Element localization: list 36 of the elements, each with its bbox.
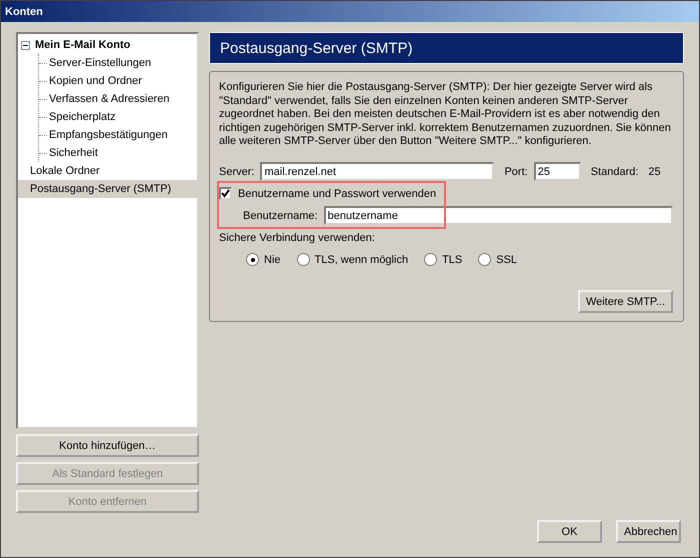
radio-button[interactable] — [246, 253, 259, 266]
tree-item[interactable]: Empfangsbestätigungen — [47, 129, 170, 141]
default-label: Standard: — [590, 166, 638, 178]
secure-label: Sichere Verbindung verwenden: — [219, 232, 375, 244]
radio-button[interactable] — [424, 253, 438, 266]
more-smtp-button[interactable]: Weitere SMTP... — [578, 290, 673, 313]
radio-button[interactable] — [478, 253, 492, 266]
username-field[interactable]: benutzername — [324, 206, 673, 225]
tree-item[interactable]: Speicherplatz — [47, 111, 118, 123]
tree-item[interactable]: Postausgang-Server (SMTP) — [18, 180, 197, 198]
port-field[interactable]: 25 — [534, 162, 581, 181]
window-title: Konten — [5, 6, 43, 18]
radio-label: Nie — [264, 254, 281, 266]
dialog-button[interactable]: OK — [537, 520, 602, 543]
tree-item[interactable]: Server-Einstellungen — [47, 57, 154, 69]
radio-button[interactable] — [296, 253, 310, 266]
default-port: 25 — [648, 166, 661, 178]
server-label: Server: — [219, 166, 254, 178]
tree-item[interactable]: Verfassen & Adressieren — [47, 93, 172, 105]
checkbox-label: Benutzername und Passwort verwenden — [238, 188, 436, 200]
panel-title: Postausgang-Server (SMTP) — [220, 40, 413, 56]
account-button[interactable]: Konto hinzufügen… — [16, 434, 199, 457]
tree-item[interactable]: Kopien und Ordner — [47, 75, 144, 87]
collapse-icon[interactable] — [21, 40, 30, 50]
radio-label: SSL — [496, 254, 518, 266]
tree-item[interactable]: Mein E-Mail Konto — [33, 39, 132, 51]
port-label: Port: — [504, 166, 528, 178]
tree-item[interactable]: Lokale Ordner — [18, 162, 197, 180]
description-text: Konfigurieren Sie hier die Postausgang-Server (SMTP): Der hier gezeigte Server wird als "Standard" verwendet, falls Sie den einzelnen Konten keinen anderen SMTP-Server zugeordnet haben. Bei den meisten deutschen E-Mail-Providern ist es aber notwendig den richtigen zugehörigen SMTP-Server inkl. korrektem Benutzernamen zuzuordnen. Sie können alle weiteren SMTP-Server über den Button "Weitere SMTP..." konfigurieren. — [219, 81, 672, 148]
radio-label: TLS — [442, 254, 462, 266]
radio-label: TLS, wenn möglich — [314, 254, 408, 266]
username-label: Benutzername: — [243, 210, 318, 222]
tree-item[interactable]: Sicherheit — [47, 147, 100, 159]
dialog-button[interactable]: Abbrechen — [616, 520, 681, 543]
checkbox[interactable] — [219, 187, 232, 200]
server-field[interactable]: mail.renzel.net — [260, 162, 494, 181]
